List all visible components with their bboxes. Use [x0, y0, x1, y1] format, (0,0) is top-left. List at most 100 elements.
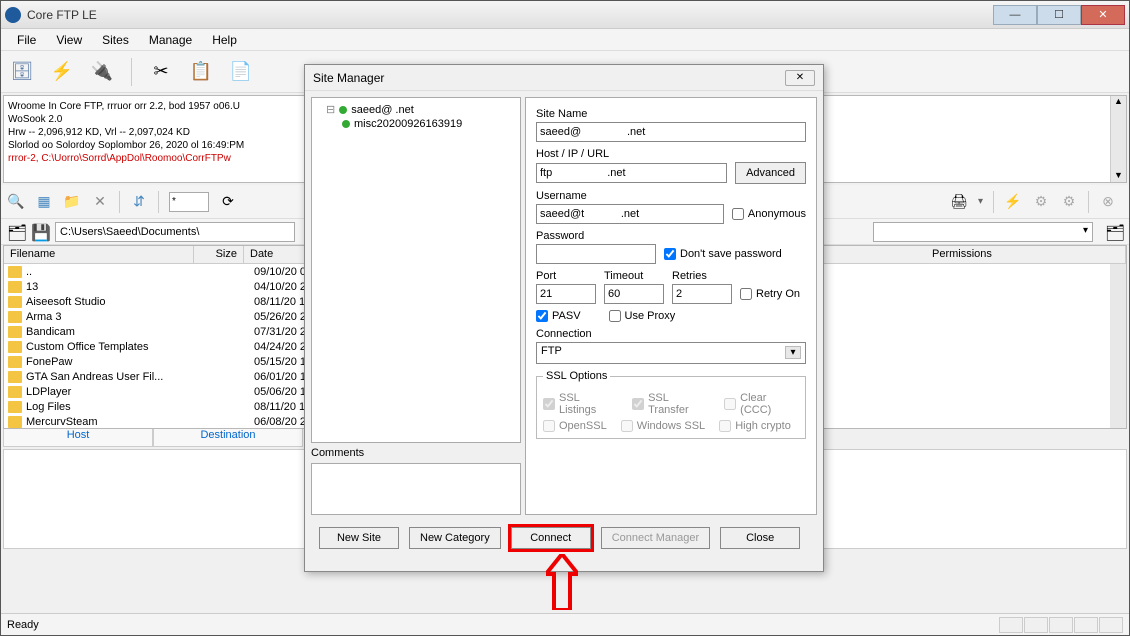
folder-icon	[8, 311, 22, 323]
folder-icon	[8, 356, 22, 368]
menu-sites[interactable]: Sites	[92, 31, 139, 49]
site-manager-dialog: Site Manager ✕ ⊟ saeed@ .net misc2020092…	[304, 64, 824, 572]
site-name-input[interactable]	[536, 122, 806, 142]
remote-path-combo[interactable]	[873, 222, 1093, 242]
retries-label: Retries	[672, 270, 732, 282]
drive-icon[interactable]: 💾	[31, 223, 49, 241]
filter-input[interactable]	[169, 192, 209, 212]
remote-tool1-icon[interactable]: ⚙	[1032, 193, 1050, 211]
folder-icon	[8, 341, 22, 353]
folder-icon	[8, 386, 22, 398]
ssl-listings-check: SSL Listings	[543, 392, 618, 416]
password-input[interactable]	[536, 244, 656, 264]
dont-save-check[interactable]: Don't save password	[664, 248, 782, 260]
folder-icon	[8, 326, 22, 338]
transfer-icon[interactable]: ⇵	[130, 193, 148, 211]
col-filename[interactable]: Filename	[4, 246, 194, 263]
comments-label: Comments	[311, 447, 521, 459]
connection-label: Connection	[536, 328, 806, 340]
high-crypto-check: High crypto	[719, 420, 791, 432]
new-category-button[interactable]: New Category	[409, 527, 501, 549]
status-dot-icon	[342, 120, 350, 128]
menu-manage[interactable]: Manage	[139, 31, 202, 49]
file-name: Aiseesoft Studio	[26, 296, 198, 308]
menu-view[interactable]: View	[46, 31, 92, 49]
search-icon[interactable]: 🔍	[7, 193, 25, 211]
port-label: Port	[536, 270, 596, 282]
username-label: Username	[536, 190, 806, 202]
host-label: Host / IP / URL	[536, 148, 806, 160]
minimize-button[interactable]: —	[993, 5, 1037, 25]
app-title: Core FTP LE	[27, 8, 993, 22]
dialog-close-icon[interactable]: ✕	[785, 70, 815, 86]
tree-remote-icon[interactable]: 🗂	[1105, 223, 1123, 241]
advanced-button[interactable]: Advanced	[735, 162, 806, 184]
maximize-button[interactable]: ☐	[1037, 5, 1081, 25]
titlebar[interactable]: Core FTP LE — ☐ ✕	[1, 1, 1129, 29]
file-name: ..	[26, 266, 198, 278]
menu-file[interactable]: File	[7, 31, 46, 49]
disconnect-icon[interactable]: 🔌	[91, 61, 113, 83]
refresh-icon[interactable]: ⟳	[219, 193, 237, 211]
view-icon[interactable]: ▦	[35, 193, 53, 211]
tab-destination[interactable]: Destination	[153, 429, 303, 447]
dialog-buttons: New Site New Category Connect Connect Ma…	[305, 521, 823, 555]
clear-ccc-check: Clear (CCC)	[724, 392, 799, 416]
status-dot-icon	[339, 106, 347, 114]
openssl-check: OpenSSL	[543, 420, 607, 432]
ssl-legend: SSL Options	[543, 370, 610, 382]
username-input[interactable]	[536, 204, 724, 224]
close-button[interactable]: ✕	[1081, 5, 1125, 25]
new-site-button[interactable]: New Site	[319, 527, 399, 549]
file-name: MercurvSteam	[26, 416, 198, 428]
folder-icon	[8, 266, 22, 278]
menu-help[interactable]: Help	[202, 31, 247, 49]
timeout-label: Timeout	[604, 270, 664, 282]
print-icon[interactable]: 🖨	[950, 193, 968, 211]
delete-icon[interactable]: ✕	[91, 193, 109, 211]
folder-icon	[8, 401, 22, 413]
tree-label: misc20200926163919	[354, 118, 462, 130]
site-manager-icon[interactable]: 🗄	[11, 61, 33, 83]
statusbar: Ready	[1, 613, 1129, 635]
port-input[interactable]	[536, 284, 596, 304]
file-name: Arma 3	[26, 311, 198, 323]
use-proxy-check[interactable]: Use Proxy	[609, 310, 676, 322]
anonymous-check[interactable]: Anonymous	[732, 208, 806, 220]
log-scrollbar[interactable]	[1110, 96, 1126, 182]
site-name-label: Site Name	[536, 108, 806, 120]
dialog-titlebar[interactable]: Site Manager ✕	[305, 65, 823, 91]
folder-icon	[8, 416, 22, 428]
tree-node[interactable]: misc20200926163919	[316, 117, 516, 131]
remote-tool2-icon[interactable]: ⚙	[1060, 193, 1078, 211]
windows-ssl-check: Windows SSL	[621, 420, 705, 432]
file-name: FonePaw	[26, 356, 198, 368]
pasv-check[interactable]: PASV	[536, 310, 581, 322]
copy-icon[interactable]: 📋	[190, 61, 212, 83]
status-cells	[999, 617, 1123, 633]
new-folder-icon[interactable]: 📁	[63, 193, 81, 211]
connection-combo[interactable]: FTP	[536, 342, 806, 364]
col-size[interactable]: Size	[194, 246, 244, 263]
remote-connect-icon[interactable]: ⚡	[1004, 193, 1022, 211]
sites-tree[interactable]: ⊟ saeed@ .net misc20200926163919	[311, 97, 521, 443]
paste-icon[interactable]: 📄	[230, 61, 252, 83]
col-permissions[interactable]: Permissions	[926, 246, 1126, 263]
tree-icon[interactable]: 🗂	[7, 223, 25, 241]
comments-box[interactable]	[311, 463, 521, 515]
local-path-input[interactable]	[55, 222, 295, 242]
close-button[interactable]: Close	[720, 527, 800, 549]
retry-on-check[interactable]: Retry On	[740, 288, 800, 300]
cut-icon[interactable]: ✂	[150, 61, 172, 83]
retries-input[interactable]	[672, 284, 732, 304]
quick-connect-icon[interactable]: ⚡	[51, 61, 73, 83]
host-input[interactable]	[536, 163, 727, 183]
remote-close-icon[interactable]: ⊗	[1099, 193, 1117, 211]
menubar: File View Sites Manage Help	[1, 29, 1129, 51]
pane-scrollbar[interactable]	[1110, 264, 1126, 428]
ssl-options-group: SSL Options SSL Listings SSL Transfer Cl…	[536, 370, 806, 439]
tree-node[interactable]: ⊟ saeed@ .net	[316, 102, 516, 117]
connect-button[interactable]: Connect	[511, 527, 591, 549]
timeout-input[interactable]	[604, 284, 664, 304]
tab-host[interactable]: Host	[3, 429, 153, 447]
